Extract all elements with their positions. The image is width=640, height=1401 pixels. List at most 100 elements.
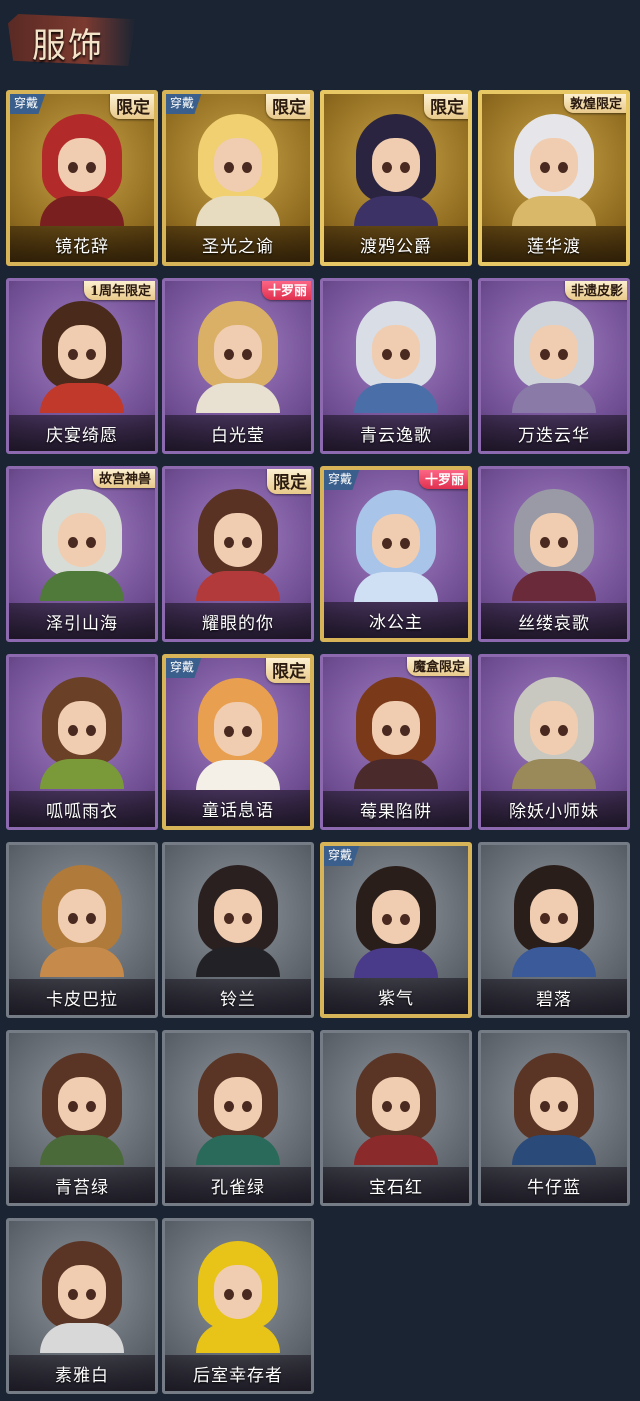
costume-card[interactable]: 泽引山海 故宫神兽 <box>6 466 158 642</box>
portrait-eye <box>224 726 234 737</box>
character-portrait <box>190 865 286 977</box>
portrait-face <box>530 889 578 943</box>
costume-name-bar: 铃兰 <box>165 979 311 1015</box>
portrait-outfit <box>196 1323 280 1353</box>
costume-card[interactable]: 牛仔蓝 <box>478 1030 630 1206</box>
portrait-face <box>58 1265 106 1319</box>
costume-name: 呱呱雨衣 <box>46 801 118 822</box>
portrait-eye <box>382 162 392 173</box>
character-portrait <box>506 865 602 977</box>
portrait-eye <box>400 162 410 173</box>
limited-tag: 1周年限定 <box>83 281 155 300</box>
costume-card[interactable]: 卡皮巴拉 <box>6 842 158 1018</box>
portrait-outfit <box>512 947 596 977</box>
costume-name: 卡皮巴拉 <box>46 989 118 1010</box>
limited-tag: 限定 <box>267 469 311 494</box>
costume-card[interactable]: 后室幸存者 <box>162 1218 314 1394</box>
costume-name: 镜花辞 <box>55 236 109 257</box>
equipped-badge: 穿戴 <box>166 94 203 114</box>
character-portrait <box>190 114 286 226</box>
costume-card[interactable]: 素雅白 <box>6 1218 158 1394</box>
costume-card[interactable]: 庆宴绮愿 1周年限定 <box>6 278 158 454</box>
costume-name: 牛仔蓝 <box>527 1177 581 1198</box>
portrait-face <box>58 889 106 943</box>
portrait-eye <box>540 537 550 548</box>
costume-card[interactable]: 万迭云华 非遗皮影 <box>478 278 630 454</box>
portrait-eye <box>382 349 392 360</box>
portrait-eye <box>68 349 78 360</box>
character-portrait <box>34 489 130 601</box>
costume-card[interactable]: 耀眼的你 限定 <box>162 466 314 642</box>
costume-card[interactable]: 紫气 穿戴 <box>320 842 472 1018</box>
limited-tag: 故宫神兽 <box>92 469 155 488</box>
portrait-eye <box>242 1289 252 1300</box>
costume-name-bar: 卡皮巴拉 <box>9 979 155 1015</box>
costume-card[interactable]: 呱呱雨衣 <box>6 654 158 830</box>
costume-name: 耀眼的你 <box>202 613 274 634</box>
character-portrait <box>34 114 130 226</box>
costume-card[interactable]: 冰公主 穿戴 十罗丽 <box>320 466 472 642</box>
costume-name: 青云逸歌 <box>360 425 432 446</box>
portrait-face <box>214 1077 262 1131</box>
costume-name: 庆宴绮愿 <box>46 425 118 446</box>
portrait-eye <box>558 1101 568 1112</box>
costume-card[interactable]: 孔雀绿 <box>162 1030 314 1206</box>
costume-card[interactable]: 宝石红 <box>320 1030 472 1206</box>
portrait-eye <box>400 349 410 360</box>
character-portrait <box>348 114 444 226</box>
costume-name: 紫气 <box>378 988 414 1009</box>
costume-card[interactable]: 除妖小师妹 <box>478 654 630 830</box>
portrait-outfit <box>40 947 124 977</box>
portrait-eye <box>540 349 550 360</box>
portrait-outfit <box>40 571 124 601</box>
portrait-eye <box>86 913 96 924</box>
portrait-outfit <box>354 572 438 602</box>
portrait-face <box>214 702 262 756</box>
portrait-outfit <box>512 383 596 413</box>
costume-card[interactable]: 圣光之谕 穿戴 限定 <box>162 90 314 266</box>
costume-name-bar: 渡鸦公爵 <box>324 226 468 262</box>
costume-card[interactable]: 铃兰 <box>162 842 314 1018</box>
costume-name-bar: 孔雀绿 <box>165 1167 311 1203</box>
character-portrait <box>34 865 130 977</box>
character-portrait <box>348 490 444 602</box>
costume-card[interactable]: 青云逸歌 <box>320 278 472 454</box>
portrait-outfit <box>196 1135 280 1165</box>
costume-card[interactable]: 童话息语 穿戴 限定 <box>162 654 314 830</box>
limited-tag: 敦煌限定 <box>563 94 626 113</box>
limited-tag: 魔盒限定 <box>406 657 469 676</box>
portrait-eye <box>224 1289 234 1300</box>
portrait-outfit <box>196 947 280 977</box>
portrait-eye <box>400 914 410 925</box>
portrait-face <box>58 701 106 755</box>
costume-name: 青苔绿 <box>55 1177 109 1198</box>
costume-card[interactable]: 渡鸦公爵 限定 <box>320 90 472 266</box>
portrait-face <box>214 138 262 192</box>
portrait-outfit <box>512 759 596 789</box>
portrait-face <box>530 1077 578 1131</box>
portrait-face <box>530 325 578 379</box>
portrait-eye <box>242 349 252 360</box>
equipped-badge: 穿戴 <box>324 470 361 490</box>
costume-card[interactable]: 青苔绿 <box>6 1030 158 1206</box>
costume-card[interactable]: 莲华渡 敦煌限定 <box>478 90 630 266</box>
costume-name-bar: 紫气 <box>324 978 468 1014</box>
costume-card[interactable]: 莓果陷阱 魔盒限定 <box>320 654 472 830</box>
costume-name: 碧落 <box>536 989 572 1010</box>
portrait-eye <box>242 726 252 737</box>
portrait-eye <box>558 537 568 548</box>
portrait-face <box>58 1077 106 1131</box>
costume-name: 泽引山海 <box>46 613 118 634</box>
portrait-eye <box>382 1101 392 1112</box>
costume-card[interactable]: 镜花辞 穿戴 限定 <box>6 90 158 266</box>
costume-card[interactable]: 碧落 <box>478 842 630 1018</box>
portrait-eye <box>558 725 568 736</box>
costume-card[interactable]: 丝缕哀歌 <box>478 466 630 642</box>
costume-name-bar: 冰公主 <box>324 602 468 638</box>
costume-name-bar: 耀眼的你 <box>165 603 311 639</box>
costume-name: 圣光之谕 <box>202 236 274 257</box>
costume-name-bar: 丝缕哀歌 <box>481 603 627 639</box>
portrait-face <box>372 701 420 755</box>
costume-card[interactable]: 白光莹 十罗丽 <box>162 278 314 454</box>
portrait-eye <box>86 725 96 736</box>
